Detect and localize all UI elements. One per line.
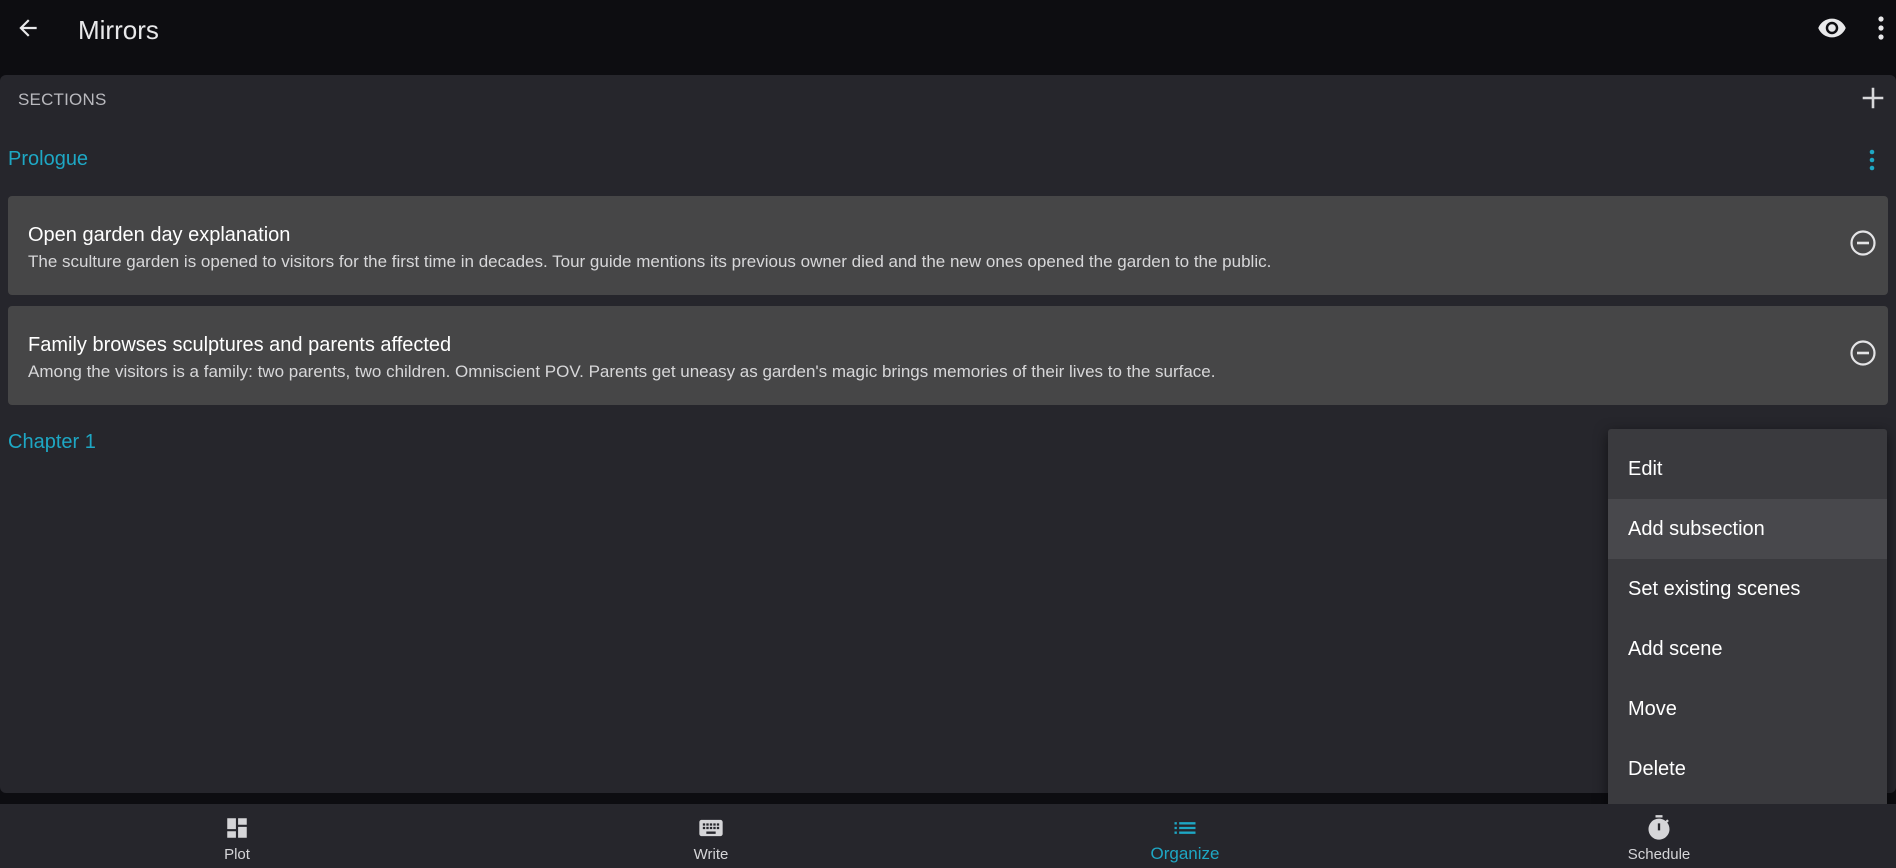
remove-scene-button[interactable] bbox=[1848, 229, 1878, 262]
nav-tab-organize[interactable]: Organize bbox=[948, 804, 1422, 868]
menu-item-set-existing-scenes[interactable]: Set existing scenes bbox=[1608, 559, 1887, 619]
scene-card[interactable]: Family browses sculptures and parents af… bbox=[8, 306, 1888, 405]
app-root: Mirrors SECTIONS Prologue Open garden da… bbox=[0, 0, 1896, 868]
overflow-menu-button[interactable] bbox=[1866, 10, 1896, 50]
list-icon bbox=[1171, 814, 1199, 842]
nav-tab-schedule[interactable]: Schedule bbox=[1422, 804, 1896, 868]
sections-header: SECTIONS bbox=[18, 90, 107, 109]
scene-description: The sculture garden is opened to visitor… bbox=[28, 252, 1272, 271]
more-vert-icon bbox=[1877, 15, 1885, 46]
menu-item-edit[interactable]: Edit bbox=[1608, 439, 1887, 499]
plus-icon bbox=[1862, 87, 1884, 114]
app-title: Mirrors bbox=[78, 15, 159, 45]
arrow-back-icon bbox=[15, 15, 41, 46]
remove-circle-icon bbox=[1849, 339, 1877, 372]
add-section-button[interactable] bbox=[1856, 83, 1890, 117]
section-options-button[interactable] bbox=[1860, 145, 1884, 179]
back-button[interactable] bbox=[8, 10, 48, 50]
bottom-navigation: Plot Write Organize Schedule bbox=[0, 804, 1896, 868]
remove-scene-button[interactable] bbox=[1848, 339, 1878, 372]
menu-item-delete[interactable]: Delete bbox=[1608, 739, 1887, 799]
menu-item-add-subsection[interactable]: Add subsection bbox=[1608, 499, 1887, 559]
scene-title: Family browses sculptures and parents af… bbox=[28, 334, 452, 356]
scene-title: Open garden day explanation bbox=[28, 224, 291, 246]
dashboard-icon bbox=[224, 814, 250, 842]
nav-label: Write bbox=[693, 846, 729, 863]
preview-button[interactable] bbox=[1812, 10, 1852, 50]
remove-circle-icon bbox=[1849, 229, 1877, 262]
menu-item-add-scene[interactable]: Add scene bbox=[1608, 619, 1887, 679]
scene-card[interactable]: Open garden day explanation The sculture… bbox=[8, 196, 1888, 295]
section-title-prologue[interactable]: Prologue bbox=[8, 148, 88, 171]
keyboard-icon bbox=[697, 814, 725, 842]
timer-icon bbox=[1645, 814, 1673, 842]
more-vert-icon bbox=[1869, 149, 1875, 176]
nav-label: Plot bbox=[224, 846, 250, 863]
nav-tab-plot[interactable]: Plot bbox=[0, 804, 474, 868]
section-title-chapter-1[interactable]: Chapter 1 bbox=[8, 431, 96, 454]
eye-icon bbox=[1817, 13, 1847, 48]
nav-label: Organize bbox=[1150, 844, 1220, 863]
top-app-bar: Mirrors bbox=[0, 0, 1896, 62]
menu-item-move[interactable]: Move bbox=[1608, 679, 1887, 739]
section-context-menu: Edit Add subsection Set existing scenes … bbox=[1608, 429, 1887, 809]
nav-tab-write[interactable]: Write bbox=[474, 804, 948, 868]
nav-label: Schedule bbox=[1627, 846, 1691, 863]
scene-description: Among the visitors is a family: two pare… bbox=[28, 362, 1216, 381]
